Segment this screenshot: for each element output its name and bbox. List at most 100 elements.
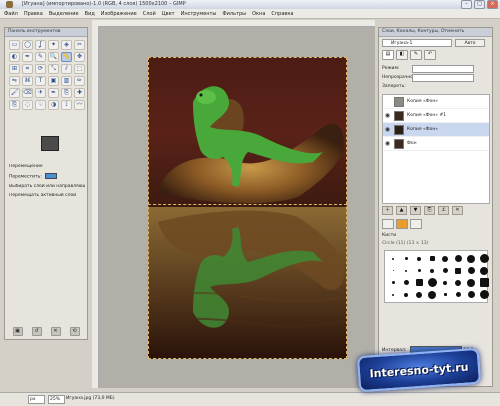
brush-preset[interactable] <box>413 289 425 300</box>
layer-name[interactable]: Копия «Фон» <box>407 127 438 132</box>
tab-patterns-icon[interactable] <box>396 219 408 229</box>
text-tool-icon[interactable]: T <box>35 76 46 86</box>
horizontal-ruler[interactable] <box>92 20 375 27</box>
delete-layer-icon[interactable]: ✕ <box>452 206 463 215</box>
layer-row[interactable]: ◉ Копия «Фон» #1 <box>383 109 489 123</box>
move-mode-layer-icon[interactable] <box>45 173 58 179</box>
new-layer-icon[interactable]: ＋ <box>382 206 393 215</box>
tab-channels-icon[interactable]: ◧ <box>396 50 408 60</box>
brush-preset[interactable] <box>439 265 451 276</box>
lasso-tool-icon[interactable]: ʆ <box>35 40 46 50</box>
menu-layer[interactable]: Слой <box>143 9 156 18</box>
option-pick-layer[interactable]: Выбирать слой или направляющую <box>9 184 85 189</box>
eraser-tool-icon[interactable]: ⌫ <box>22 88 33 98</box>
lower-layer-icon[interactable]: ▼ <box>410 206 421 215</box>
ellipse-select-tool-icon[interactable]: ◯ <box>22 40 33 50</box>
color-picker-tool-icon[interactable]: ✎ <box>35 52 46 62</box>
layer-row[interactable]: Копия «Фон» <box>383 95 489 109</box>
flip-tool-icon[interactable]: ⇋ <box>9 76 20 86</box>
layer-name[interactable]: Фон <box>407 141 417 146</box>
reset-options-icon[interactable]: ⟲ <box>69 327 80 336</box>
brush-preset[interactable] <box>452 265 464 276</box>
visibility-eye-icon[interactable]: ◉ <box>383 140 392 148</box>
foreground-color-swatch[interactable] <box>41 136 59 151</box>
minimize-button[interactable]: – <box>461 0 472 9</box>
scissors-tool-icon[interactable]: ✂ <box>74 40 85 50</box>
tab-gradients-icon[interactable] <box>410 219 422 229</box>
brush-preset[interactable] <box>426 253 438 264</box>
blur-tool-icon[interactable]: ◌ <box>22 100 33 110</box>
zoom-select[interactable]: 25% <box>48 395 65 404</box>
brush-preset[interactable] <box>478 253 490 264</box>
layer-name[interactable]: Копия «Фон» #1 <box>407 113 446 118</box>
menu-filters[interactable]: Фильтры <box>222 9 246 18</box>
brush-preset[interactable] <box>400 265 412 276</box>
menu-colors[interactable]: Цвет <box>162 9 175 18</box>
brush-preset[interactable] <box>400 289 412 300</box>
option-move-active-layer[interactable]: Перемещать активный слой <box>9 193 85 198</box>
blend-tool-icon[interactable]: ▥ <box>61 76 72 86</box>
brush-preset[interactable] <box>452 289 464 300</box>
move-tool-icon[interactable]: ✥ <box>74 52 85 62</box>
brush-preset[interactable] <box>387 277 399 288</box>
brush-preset[interactable] <box>400 277 412 288</box>
warp-tool-icon[interactable]: 〰 <box>74 100 85 110</box>
brush-preset[interactable] <box>478 277 490 288</box>
brush-preset[interactable] <box>478 265 490 276</box>
brush-preset[interactable] <box>478 289 490 300</box>
brush-preset[interactable] <box>413 253 425 264</box>
crop-tool-icon[interactable]: ⌗ <box>22 64 33 74</box>
pencil-tool-icon[interactable]: ✏ <box>74 76 85 86</box>
brush-preset[interactable] <box>413 277 425 288</box>
menu-select[interactable]: Выделение <box>49 9 79 18</box>
brush-preset[interactable] <box>439 289 451 300</box>
menu-edit[interactable]: Правка <box>24 9 43 18</box>
heal-tool-icon[interactable]: ✚ <box>74 88 85 98</box>
visibility-eye-icon[interactable] <box>383 98 392 106</box>
menu-tools[interactable]: Инструменты <box>181 9 217 18</box>
paintbrush-tool-icon[interactable]: 🖌 <box>9 88 20 98</box>
restore-options-icon[interactable]: ↺ <box>31 327 42 336</box>
align-tool-icon[interactable]: ⊞ <box>9 64 20 74</box>
iscissors-tool-icon[interactable]: ⟟ <box>61 100 72 110</box>
image-selector[interactable]: Игуана-1 <box>382 39 452 47</box>
airbrush-tool-icon[interactable]: ✈ <box>35 88 46 98</box>
opacity-slider[interactable] <box>412 74 474 82</box>
color-select-tool-icon[interactable]: ◈ <box>61 40 72 50</box>
tab-paths-icon[interactable]: ✎ <box>410 50 422 60</box>
vertical-ruler[interactable] <box>92 26 99 388</box>
auto-button[interactable]: Авто <box>455 39 485 47</box>
raise-layer-icon[interactable]: ▲ <box>396 206 407 215</box>
menu-view[interactable]: Вид <box>85 9 95 18</box>
unit-select[interactable]: px <box>28 395 45 404</box>
shear-tool-icon[interactable]: ⫽ <box>61 64 72 74</box>
layer-name[interactable]: Копия «Фон» <box>407 99 438 104</box>
menu-file[interactable]: Файл <box>4 9 18 18</box>
iguana-image-canvas[interactable] <box>148 57 347 359</box>
brush-preset[interactable] <box>452 277 464 288</box>
rotate-tool-icon[interactable]: ⟳ <box>35 64 46 74</box>
cage-tool-icon[interactable]: ⌘ <box>22 76 33 86</box>
brush-preset[interactable] <box>465 253 477 264</box>
brush-preset[interactable] <box>426 277 438 288</box>
brush-preset[interactable] <box>439 277 451 288</box>
perspective-clone-tool-icon[interactable]: ⎘ <box>9 100 20 110</box>
tab-layers-icon[interactable]: ▤ <box>382 50 394 60</box>
mode-select[interactable] <box>412 65 474 73</box>
delete-options-icon[interactable]: ✕ <box>50 327 61 336</box>
close-button[interactable]: × <box>487 0 498 9</box>
layer-list[interactable]: Копия «Фон» ◉ Копия «Фон» #1 ◉ Копия «Фон» ◉ Ф… <box>382 94 490 204</box>
layer-row[interactable]: ◉ Фон <box>383 137 489 151</box>
visibility-eye-icon[interactable]: ◉ <box>383 126 392 134</box>
smudge-tool-icon[interactable]: ☜ <box>35 100 46 110</box>
color-swatches[interactable] <box>41 136 67 158</box>
visibility-eye-icon[interactable]: ◉ <box>383 112 392 120</box>
brush-preset[interactable] <box>465 289 477 300</box>
rect-select-tool-icon[interactable]: ▭ <box>9 40 20 50</box>
brush-preset[interactable] <box>400 253 412 264</box>
brush-preset[interactable] <box>465 265 477 276</box>
brush-preset[interactable] <box>452 253 464 264</box>
layer-row[interactable]: ◉ Копия «Фон» <box>383 123 489 137</box>
brush-preset[interactable] <box>439 253 451 264</box>
scale-tool-icon[interactable]: ⤡ <box>48 64 59 74</box>
